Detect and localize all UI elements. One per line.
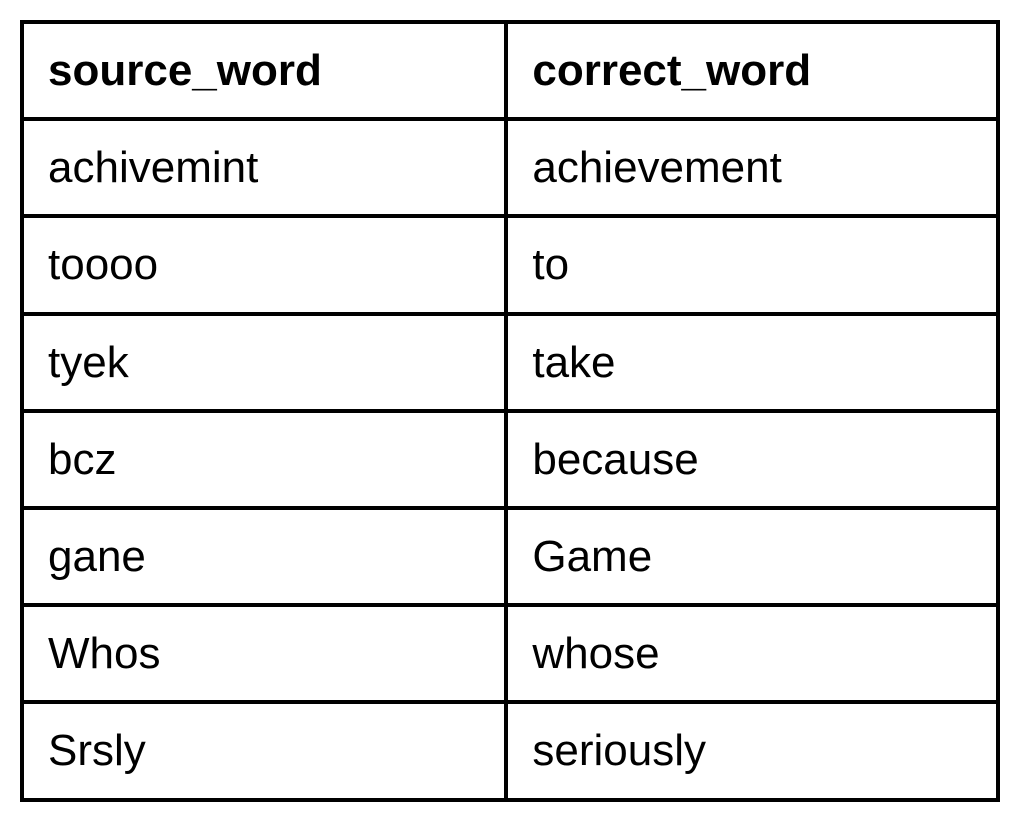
cell-correct-word: whose — [506, 605, 998, 702]
cell-correct-word: to — [506, 216, 998, 313]
cell-correct-word: seriously — [506, 702, 998, 799]
word-correction-table: source_word correct_word achivemint achi… — [20, 20, 1000, 802]
cell-source-word: bcz — [22, 411, 506, 508]
header-source-word: source_word — [22, 22, 506, 119]
cell-source-word: achivemint — [22, 119, 506, 216]
table-row: tyek take — [22, 314, 998, 411]
cell-source-word: Whos — [22, 605, 506, 702]
table-row: Whos whose — [22, 605, 998, 702]
header-correct-word: correct_word — [506, 22, 998, 119]
cell-source-word: toooo — [22, 216, 506, 313]
cell-source-word: Srsly — [22, 702, 506, 799]
table-row: toooo to — [22, 216, 998, 313]
table-row: gane Game — [22, 508, 998, 605]
table-row: Srsly seriously — [22, 702, 998, 799]
table-row: bcz because — [22, 411, 998, 508]
cell-correct-word: because — [506, 411, 998, 508]
cell-correct-word: Game — [506, 508, 998, 605]
table-row: achivemint achievement — [22, 119, 998, 216]
cell-source-word: tyek — [22, 314, 506, 411]
cell-source-word: gane — [22, 508, 506, 605]
cell-correct-word: take — [506, 314, 998, 411]
cell-correct-word: achievement — [506, 119, 998, 216]
table-header-row: source_word correct_word — [22, 22, 998, 119]
